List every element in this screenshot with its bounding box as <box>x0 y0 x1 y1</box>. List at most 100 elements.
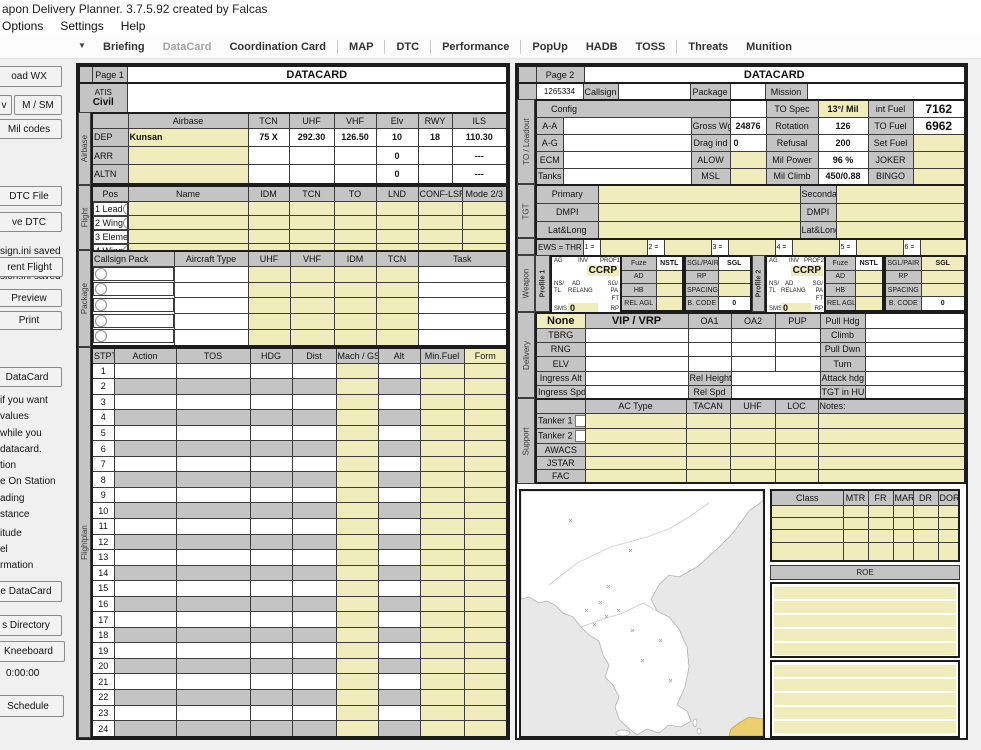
flightplan-cell[interactable] <box>291 409 337 426</box>
support-field[interactable] <box>729 468 776 484</box>
flightplan-cell[interactable] <box>335 580 379 597</box>
threat-field[interactable] <box>867 541 894 562</box>
flightplan-cell[interactable] <box>335 440 379 457</box>
flight-field[interactable] <box>127 229 249 244</box>
flightplan-cell[interactable] <box>249 455 293 473</box>
m-sm-button[interactable]: M / SM <box>14 95 62 115</box>
flightplan-cell[interactable] <box>463 626 508 644</box>
flightplan-cell[interactable] <box>463 595 508 613</box>
flightplan-cell[interactable] <box>249 533 293 551</box>
flightplan-cell[interactable] <box>419 549 465 566</box>
flightplan-cell[interactable] <box>291 378 337 395</box>
flightplan-cell[interactable] <box>335 673 379 690</box>
flightplan-cell[interactable] <box>463 424 508 442</box>
hb-field[interactable] <box>854 282 884 298</box>
airbase-cell[interactable] <box>247 164 290 185</box>
print-button[interactable]: Print <box>0 311 62 330</box>
tgt-in-hud-field[interactable] <box>864 384 966 400</box>
flightplan-cell[interactable] <box>463 642 508 659</box>
flightplan-cell[interactable] <box>291 657 337 675</box>
package-select-radio[interactable] <box>95 267 107 280</box>
flightplan-cell[interactable] <box>419 673 465 690</box>
flightplan-cell[interactable] <box>291 549 337 566</box>
toolbar-map[interactable]: MAP <box>340 41 382 53</box>
threat-field[interactable] <box>770 541 844 562</box>
threat-field[interactable] <box>867 504 894 518</box>
flightplan-cell[interactable] <box>249 502 293 519</box>
drag-ind-value[interactable]: 0 <box>729 133 767 152</box>
ews-slot-field[interactable] <box>663 238 712 257</box>
support-field[interactable] <box>817 443 966 457</box>
package-freq-field[interactable] <box>289 328 335 347</box>
ews-slot-field[interactable] <box>791 238 840 257</box>
flightplan-cell[interactable] <box>113 471 177 488</box>
threat-field[interactable] <box>867 516 894 531</box>
menu-options[interactable]: Options <box>0 18 52 33</box>
profile1-sms-box[interactable]: AG INV PROF1 CCRP NS/ AD SG/ TL RELANG P… <box>550 255 624 316</box>
toolbar-datacard[interactable]: DataCard <box>154 41 221 53</box>
toolbar-briefing[interactable]: Briefing <box>94 41 154 53</box>
toolbar-dtc[interactable]: DTC <box>387 41 428 53</box>
bingo-field[interactable] <box>912 167 966 186</box>
package-callsign-cell[interactable] <box>93 313 174 328</box>
package-select-radio[interactable] <box>95 283 107 296</box>
package-freq-field[interactable] <box>289 297 335 315</box>
ad-field[interactable] <box>655 269 684 284</box>
airbase-cell[interactable]: --- <box>451 164 508 185</box>
flightplan-cell[interactable] <box>377 393 421 411</box>
roe-block-2[interactable] <box>770 660 960 738</box>
flightplan-cell[interactable] <box>249 378 293 395</box>
flightplan-cell[interactable] <box>463 580 508 597</box>
flightplan-cell[interactable] <box>175 455 251 473</box>
support-field[interactable] <box>729 412 776 429</box>
flightplan-cell[interactable] <box>175 564 251 582</box>
threat-field[interactable] <box>937 504 960 518</box>
flightplan-cell[interactable] <box>113 424 177 442</box>
support-field[interactable] <box>584 427 687 445</box>
flightplan-cell[interactable] <box>175 362 251 380</box>
flightplan-cell[interactable] <box>335 517 379 535</box>
flightplan-cell[interactable] <box>419 440 465 457</box>
oa1-field[interactable] <box>687 327 732 343</box>
flightplan-cell[interactable] <box>113 611 177 628</box>
package-freq-field[interactable] <box>289 313 335 330</box>
flightplan-cell[interactable] <box>291 424 337 442</box>
kneeboard-button[interactable]: Kneeboard <box>0 641 65 662</box>
flightplan-cell[interactable] <box>249 486 293 504</box>
flightplan-cell[interactable] <box>377 378 421 395</box>
support-field[interactable] <box>729 456 776 470</box>
airbase-cell[interactable] <box>288 164 335 185</box>
flightplan-cell[interactable] <box>113 720 177 738</box>
package-freq-field[interactable] <box>333 328 377 347</box>
flightplan-cell[interactable] <box>377 424 421 442</box>
flight-select-radio[interactable] <box>123 216 127 229</box>
support-field[interactable] <box>817 456 966 470</box>
pull-dwn-field[interactable] <box>864 341 966 357</box>
korea-map[interactable] <box>519 489 765 738</box>
oa1-field[interactable] <box>687 341 732 357</box>
package-freq-field[interactable] <box>333 265 377 283</box>
package-freq-field[interactable] <box>247 328 291 347</box>
support-field[interactable] <box>774 468 819 484</box>
package-freq-field[interactable] <box>289 265 335 283</box>
airbase-cell[interactable]: --- <box>451 145 508 166</box>
flightplan-cell[interactable] <box>175 378 251 395</box>
airbase-cell[interactable]: 75 X <box>247 127 290 147</box>
oa1-field[interactable] <box>687 355 732 372</box>
flightplan-cell[interactable] <box>249 642 293 659</box>
threat-field[interactable] <box>912 516 939 531</box>
flightplan-cell[interactable] <box>335 657 379 675</box>
airbase-rwy-field[interactable] <box>417 145 453 166</box>
flightplan-cell[interactable] <box>335 471 379 488</box>
flightplan-cell[interactable] <box>249 440 293 457</box>
tgt-right-field[interactable] <box>835 184 966 204</box>
flightplan-cell[interactable] <box>249 704 293 722</box>
flightplan-cell[interactable] <box>377 564 421 582</box>
flightplan-cell[interactable] <box>419 378 465 395</box>
flightplan-cell[interactable] <box>335 533 379 551</box>
airbase-name-field[interactable] <box>127 164 249 185</box>
delivery-mode[interactable]: None <box>535 312 586 329</box>
callsign-field[interactable] <box>617 82 691 101</box>
flightplan-cell[interactable] <box>335 362 379 380</box>
flightplan-cell[interactable] <box>377 657 421 675</box>
